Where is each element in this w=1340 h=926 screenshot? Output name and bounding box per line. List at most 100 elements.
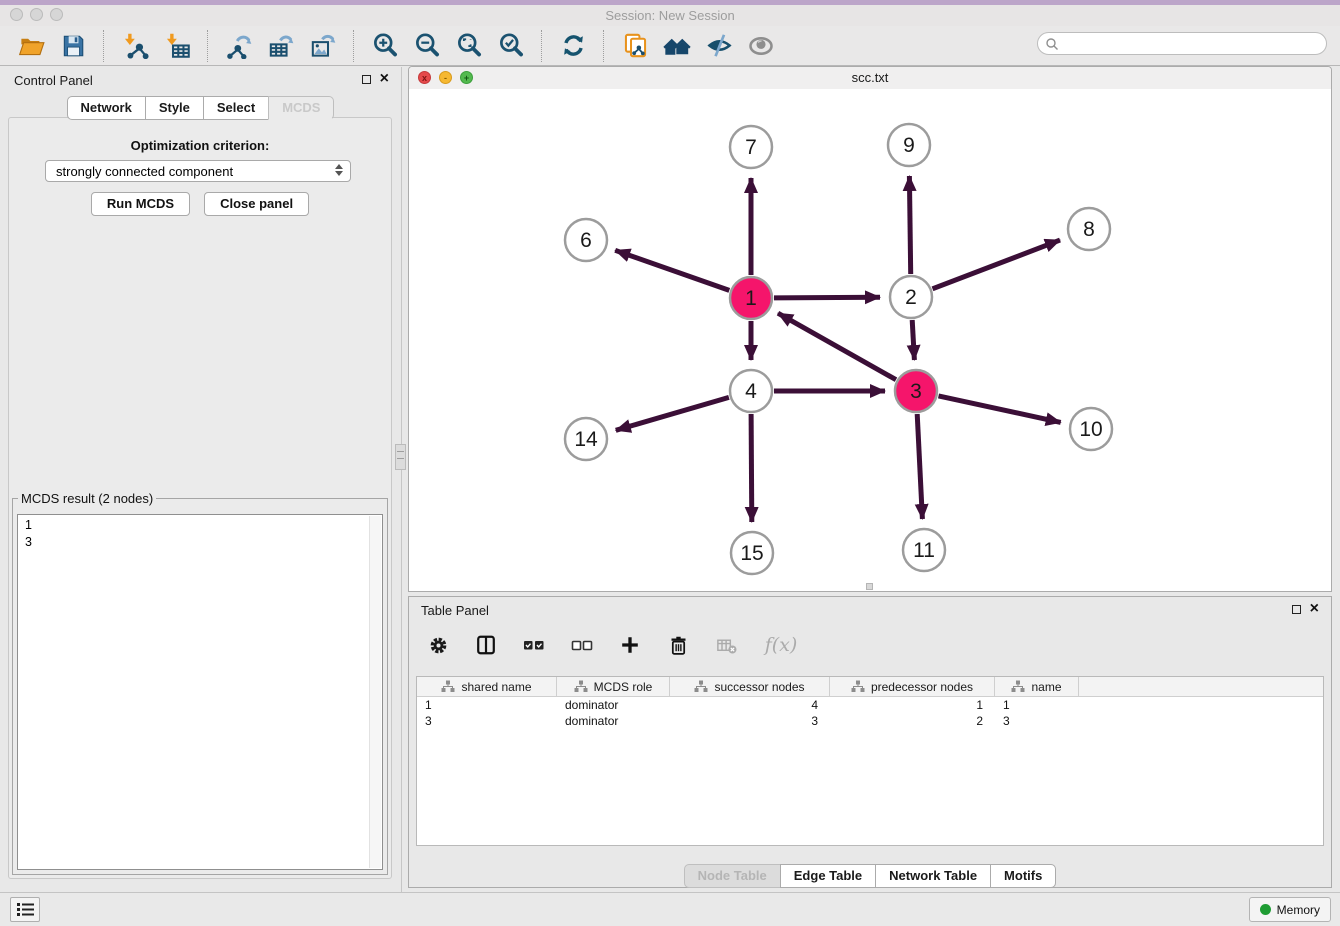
export-image-button[interactable] <box>309 32 337 60</box>
table-row[interactable]: 1dominator411 <box>417 697 1323 713</box>
tab-network-table[interactable]: Network Table <box>875 864 991 888</box>
graph-node-2[interactable]: 2 <box>890 276 932 318</box>
graph-node-3[interactable]: 3 <box>895 370 937 412</box>
network-resize-grip[interactable] <box>866 583 873 590</box>
graph-node-7[interactable]: 7 <box>730 126 772 168</box>
zoom-selected-button[interactable] <box>497 32 525 60</box>
tab-motifs[interactable]: Motifs <box>990 864 1056 888</box>
deselect-all-button[interactable] <box>569 632 595 658</box>
tab-network[interactable]: Network <box>67 96 146 120</box>
graph-node-9[interactable]: 9 <box>888 124 930 166</box>
network-window-titlebar[interactable]: x - + scc.txt <box>409 67 1331 90</box>
graph-node-11[interactable]: 11 <box>903 529 945 571</box>
tab-select[interactable]: Select <box>203 96 269 120</box>
table-cell: 4 <box>670 698 830 712</box>
task-history-button[interactable] <box>10 897 40 922</box>
table-panel-title: Table Panel <box>421 603 489 618</box>
column-header-predecessor-nodes[interactable]: predecessor nodes <box>830 677 995 696</box>
column-type-icon <box>1011 680 1025 693</box>
tab-node-table[interactable]: Node Table <box>684 864 781 888</box>
tab-mcds[interactable]: MCDS <box>268 96 334 120</box>
table-options-button[interactable] <box>425 632 451 658</box>
table-panel: Table Panel × f(x) shared nameMCDS roles… <box>408 596 1332 888</box>
float-panel-icon[interactable] <box>362 75 371 84</box>
search-input[interactable] <box>1059 34 1326 54</box>
zoom-in-icon <box>372 32 399 59</box>
save-session-button[interactable] <box>59 32 87 60</box>
export-network-button[interactable] <box>225 32 253 60</box>
export-table-button[interactable] <box>267 32 295 60</box>
svg-text:3: 3 <box>910 380 922 403</box>
svg-text:14: 14 <box>574 428 598 451</box>
zoom-out-button[interactable] <box>413 32 441 60</box>
graph-node-14[interactable]: 14 <box>565 418 607 460</box>
edge-layer <box>615 176 1060 522</box>
graph-edge-2-9[interactable] <box>909 176 910 274</box>
graph-edge-1-2[interactable] <box>774 297 880 298</box>
graph-node-8[interactable]: 8 <box>1068 208 1110 250</box>
zoom-fit-button[interactable] <box>455 32 483 60</box>
result-scrollbar[interactable] <box>369 516 381 868</box>
tab-style[interactable]: Style <box>145 96 204 120</box>
window-titlebar: Session: New Session <box>0 5 1340 26</box>
split-columns-icon <box>475 634 497 656</box>
tab-edge-table[interactable]: Edge Table <box>780 864 876 888</box>
close-panel-button[interactable]: Close panel <box>204 192 309 216</box>
table-panel-header: Table Panel × <box>409 597 1331 623</box>
add-column-button[interactable] <box>617 632 643 658</box>
column-type-icon <box>574 680 588 693</box>
reset-view-button[interactable] <box>663 32 691 60</box>
column-type-icon <box>851 680 865 693</box>
select-all-button[interactable] <box>521 632 547 658</box>
graph-edge-3-11[interactable] <box>917 414 922 519</box>
import-table-button[interactable] <box>163 32 191 60</box>
table-header-row: shared nameMCDS rolesuccessor nodesprede… <box>417 677 1323 697</box>
float-table-panel-icon[interactable] <box>1292 605 1301 614</box>
import-network-button[interactable] <box>121 32 149 60</box>
memory-button[interactable]: Memory <box>1249 897 1331 922</box>
graph-edge-2-8[interactable] <box>933 240 1061 289</box>
column-header-MCDS-role[interactable]: MCDS role <box>557 677 670 696</box>
close-table-panel-icon[interactable]: × <box>1310 602 1319 616</box>
svg-text:11: 11 <box>913 539 935 562</box>
graph-edge-4-15[interactable] <box>751 414 752 522</box>
hide-graphics-details-button[interactable] <box>705 32 733 60</box>
zoom-in-button[interactable] <box>371 32 399 60</box>
graph-node-6[interactable]: 6 <box>565 219 607 261</box>
graph-edge-3-10[interactable] <box>939 396 1061 423</box>
graph-edge-4-14[interactable] <box>616 397 729 430</box>
show-graphics-details-button[interactable] <box>747 32 775 60</box>
network-canvas[interactable]: 7 9 6 8 1 2 4 3 14 10 15 11 <box>409 89 1331 591</box>
network-view-window: x - + scc.txt 7 9 6 8 1 2 4 3 14 10 15 11 <box>408 66 1332 592</box>
delete-column-button[interactable] <box>665 632 691 658</box>
search-field[interactable] <box>1037 32 1327 55</box>
panel-splitter-grip[interactable] <box>395 444 406 470</box>
apply-layout-button[interactable] <box>559 32 587 60</box>
run-mcds-button[interactable]: Run MCDS <box>91 192 190 216</box>
column-header-shared-name[interactable]: shared name <box>417 677 557 696</box>
toolbar-separator <box>103 30 105 62</box>
column-header-name[interactable]: name <box>995 677 1079 696</box>
graph-node-4[interactable]: 4 <box>730 370 772 412</box>
close-panel-icon[interactable]: × <box>380 72 389 86</box>
graph-edge-1-6[interactable] <box>615 250 729 290</box>
split-view-button[interactable] <box>473 632 499 658</box>
trash-icon <box>668 635 689 656</box>
open-session-button[interactable] <box>17 32 45 60</box>
mcds-result-list[interactable]: 1 3 <box>17 514 383 870</box>
column-header-successor-nodes[interactable]: successor nodes <box>670 677 830 696</box>
unchecked-boxes-icon <box>570 633 594 657</box>
function-builder-button[interactable]: f(x) <box>761 632 801 658</box>
delete-table-button[interactable] <box>713 632 739 658</box>
graph-edge-2-3[interactable] <box>912 320 914 360</box>
create-network-from-selection-button[interactable] <box>621 32 649 60</box>
table-cell: 1 <box>995 698 1079 712</box>
zoom-selected-icon <box>498 32 525 59</box>
fx-icon: f(x) <box>765 634 798 656</box>
table-row[interactable]: 3dominator323 <box>417 713 1323 729</box>
optimization-criterion-select[interactable]: strongly connected component <box>45 160 351 182</box>
graph-node-1[interactable]: 1 <box>730 277 772 319</box>
graph-node-10[interactable]: 10 <box>1070 408 1112 450</box>
graph-edge-3-1[interactable] <box>778 313 896 380</box>
graph-node-15[interactable]: 15 <box>731 532 773 574</box>
